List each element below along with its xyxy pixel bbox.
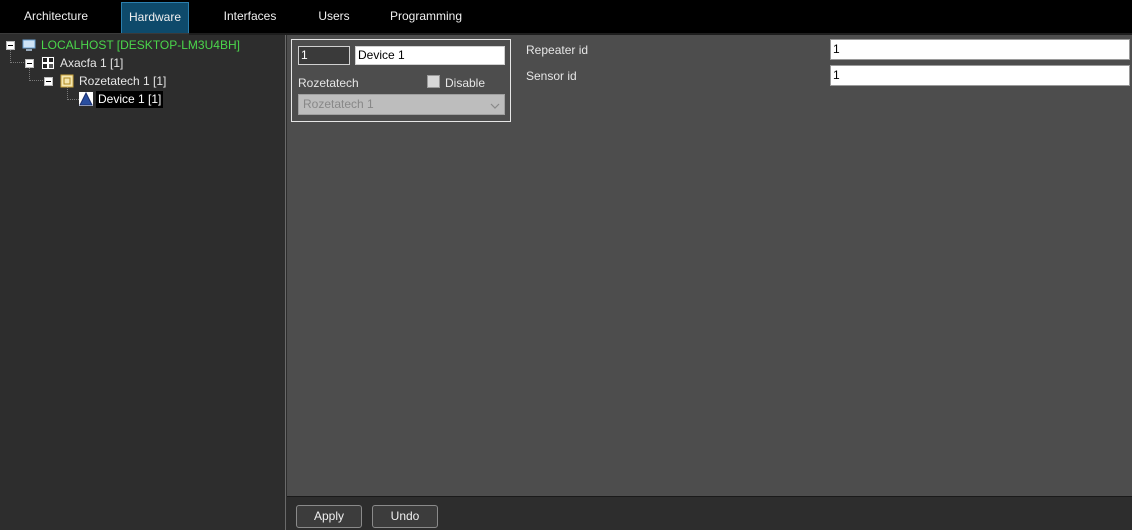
tree-node-rozetatech[interactable]: Rozetatech 1 [1] [0,73,286,90]
tab-architecture[interactable]: Architecture [10,2,102,33]
repeater-id-input[interactable]: 1 [830,39,1130,60]
collapse-icon[interactable] [6,41,15,50]
disable-checkbox[interactable] [427,75,440,88]
tree-node-label: Axacfa 1 [1] [60,56,124,70]
tree-node-localhost[interactable]: LOCALHOST [DESKTOP-LM3U4BH] [0,37,286,54]
folder-device-icon [60,74,74,88]
computer-icon [22,38,36,52]
tree-node-label: Rozetatech 1 [1] [79,74,167,88]
device-number-input[interactable]: 1 [298,46,350,65]
sensor-id-input[interactable]: 1 [830,65,1130,86]
chevron-down-icon [490,98,500,109]
tab-hardware[interactable]: Hardware [121,2,189,33]
grid-device-icon [41,56,55,70]
parent-label: Rozetatech [298,76,359,90]
repeater-id-label: Repeater id [526,43,589,57]
undo-button[interactable]: Undo [372,505,438,528]
collapse-icon[interactable] [25,59,34,68]
parent-select-value: Rozetatech 1 [303,97,374,111]
top-tab-bar: Architecture Hardware Interfaces Users P… [0,0,1132,35]
action-bar: Apply Undo [287,496,1132,530]
tree-node-label: LOCALHOST [DESKTOP-LM3U4BH] [41,38,240,52]
parent-select[interactable]: Rozetatech 1 [298,94,505,115]
sensor-id-label: Sensor id [526,69,577,83]
hardware-tree: LOCALHOST [DESKTOP-LM3U4BH] Axacfa 1 [1]… [0,35,286,530]
collapse-icon[interactable] [44,77,53,86]
device-properties-panel: 1 Device 1 Rozetatech Disable Rozetatech… [287,35,1132,496]
tab-interfaces[interactable]: Interfaces [212,2,288,33]
device-header-box: 1 Device 1 Rozetatech Disable Rozetatech… [291,39,511,122]
device-name-input[interactable]: Device 1 [355,46,505,65]
tree-node-device[interactable]: Device 1 [1] [0,91,286,108]
tab-users[interactable]: Users [308,2,360,33]
apply-button[interactable]: Apply [296,505,362,528]
triangle-sensor-icon [79,91,93,106]
tab-programming[interactable]: Programming [380,2,472,33]
disable-label: Disable [445,76,486,90]
tree-node-axacfa[interactable]: Axacfa 1 [1] [0,55,286,72]
tree-node-label: Device 1 [1] [96,91,164,108]
